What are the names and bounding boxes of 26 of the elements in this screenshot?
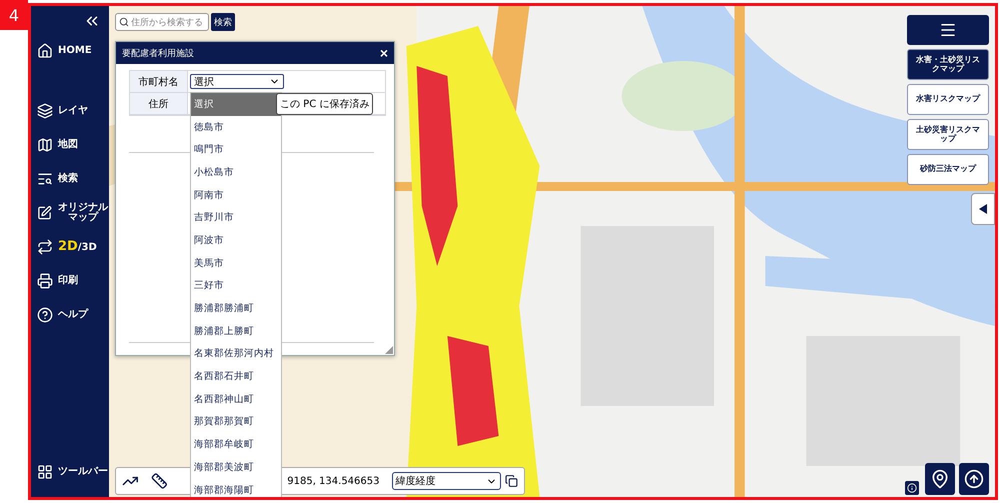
search-field[interactable]: 住所から検索する — [115, 13, 209, 31]
sidebar-item[interactable]: ツールバー — [37, 455, 109, 489]
format-select[interactable]: 緯度経度 — [392, 472, 502, 490]
sidebar-item[interactable]: 検索 — [37, 162, 109, 196]
dropdown-option[interactable]: 選択 — [191, 93, 281, 116]
map-type-button[interactable]: 水害リスクマップ — [907, 84, 989, 115]
field-label: 市町村名 — [130, 71, 188, 93]
tooltip: この PC に保存済み — [276, 93, 374, 115]
search-button[interactable]: 検索 — [211, 13, 235, 31]
city-select[interactable]: 選択 — [190, 74, 284, 89]
map-type-button[interactable]: 土砂災害リスクマップ — [907, 119, 989, 150]
sidebar-item[interactable]: HOME — [37, 34, 109, 68]
view-mode-option[interactable]: 2D — [58, 240, 78, 254]
view-mode-option[interactable]: /3D — [78, 243, 97, 254]
figure-number: 4 — [0, 0, 28, 30]
field-label: 住所 — [130, 93, 188, 115]
map-type-button[interactable]: 砂防三法マップ — [907, 154, 989, 185]
coordinates: 9185, 134.546653 — [287, 476, 380, 486]
map-type-button[interactable]: 水害・土砂災リスクマップ — [907, 49, 989, 80]
sidebar-item[interactable]: レイヤ — [37, 94, 109, 128]
sidebar-item[interactable]: 印刷 — [37, 264, 109, 298]
sidebar-item[interactable]: 地図 — [37, 128, 109, 162]
sidebar-item[interactable]: オリジナルマップ — [37, 196, 109, 230]
sidebar-item[interactable]: ヘルプ — [37, 298, 109, 332]
dialog-title: 要配慮者利用施設 — [122, 48, 194, 60]
close-button[interactable]: × — [380, 46, 388, 60]
